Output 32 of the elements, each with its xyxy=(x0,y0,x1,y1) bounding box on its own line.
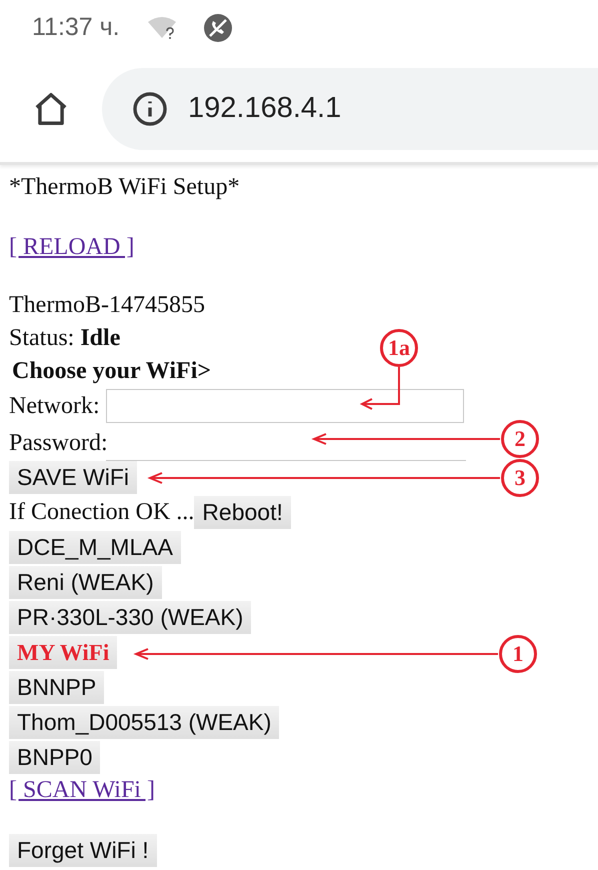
status-value: Idle xyxy=(80,324,120,353)
annotation-arrow xyxy=(360,367,400,410)
network-button[interactable]: Thom_D005513 (WEAK) xyxy=(9,706,280,739)
device-name: ThermoB-14745855 xyxy=(9,291,205,320)
network-button[interactable]: MY WiFi xyxy=(9,636,118,669)
password-label: Password: xyxy=(9,429,108,458)
status-label: Status: xyxy=(9,324,74,353)
forget-wifi-button[interactable]: Forget WiFi ! xyxy=(9,834,157,867)
network-button[interactable]: BNNPP xyxy=(9,671,104,704)
network-button[interactable]: DCE_M_MLAA xyxy=(9,531,181,564)
callout-number: 3 xyxy=(501,459,539,497)
callout-number: 1 xyxy=(499,635,537,673)
wifi-question-icon xyxy=(146,16,178,40)
reboot-button[interactable]: Reboot! xyxy=(194,496,291,529)
choose-heading: Choose your WiFi> xyxy=(11,357,212,386)
address-bar[interactable]: 192.168.4.1 xyxy=(102,68,598,150)
save-wifi-button[interactable]: SAVE WiFi xyxy=(9,461,138,494)
reload-link[interactable]: [ RELOAD ] xyxy=(9,231,134,264)
scan-wifi-link[interactable]: [ SCAN WiFi ] xyxy=(9,774,155,807)
page-title: *ThermoB WiFi Setup* xyxy=(9,173,240,202)
network-field[interactable] xyxy=(106,389,464,423)
status-time: 11:37 ч. xyxy=(32,12,120,43)
network-button[interactable]: BNPP0 xyxy=(9,741,100,774)
network-label: Network: xyxy=(9,392,100,420)
callout-number: 1a xyxy=(380,329,418,367)
network-button[interactable]: PR·330L-330 (WEAK) xyxy=(9,601,252,634)
info-icon[interactable] xyxy=(132,90,168,126)
reboot-hint: If Conection OK ... xyxy=(9,498,194,527)
network-button[interactable]: Reni (WEAK) xyxy=(9,566,162,599)
callout-number: 2 xyxy=(501,420,539,458)
url-text: 192.168.4.1 xyxy=(188,90,342,126)
phone-off-icon xyxy=(204,14,232,42)
